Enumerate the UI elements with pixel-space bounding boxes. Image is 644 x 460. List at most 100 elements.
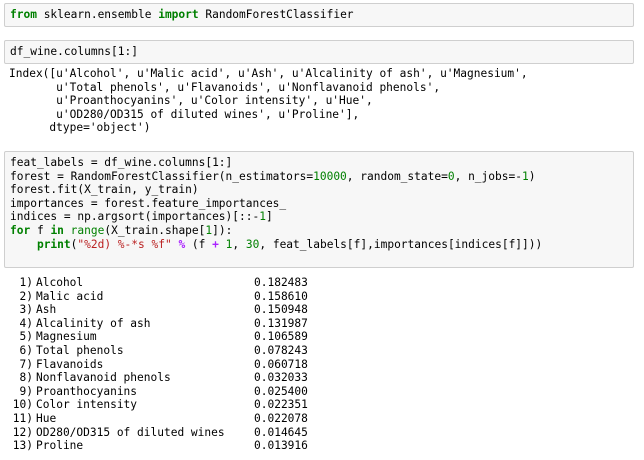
code-line: print("%2d) %-*s %f" % (f + 1, 30, feat_… [10, 238, 628, 252]
importance-value: 0.022078 [254, 411, 308, 425]
rank: 7) [19, 357, 33, 371]
importance-value: 0.013916 [254, 439, 308, 453]
code-text: forest = RandomForestClassifier(n_estima… [10, 169, 314, 183]
keyword-in: in [50, 223, 64, 237]
keyword-from: from [10, 8, 37, 21]
list-item: 11) Hue 0.022078 [9, 412, 634, 426]
list-item: 12) OD280/OD315 of diluted wines 0.014645 [9, 426, 634, 440]
rank: 13) [12, 439, 33, 453]
output-line: u'OD280/OD315 of diluted wines', u'Proli… [9, 107, 360, 121]
keyword-for: for [10, 223, 31, 237]
rank: 5) [19, 330, 33, 344]
importance-value: 0.060718 [254, 357, 308, 371]
code-text: ]): [212, 223, 233, 237]
feature-name: Hue [36, 411, 57, 425]
code-cell-import[interactable]: from sklearn.ensemble import RandomFores… [4, 3, 634, 27]
string-literal: "%2d) %-*s %f" [77, 237, 172, 251]
code-line: forest.fit(X_train, y_train) [10, 183, 199, 197]
feature-name: Malic acid [36, 289, 104, 303]
operator-plus: + [212, 237, 219, 251]
code-text: f [30, 223, 51, 237]
output-line: u'Total phenols', u'Flavanoids', u'Nonfl… [9, 80, 441, 94]
feature-name: Alcohol [36, 276, 84, 289]
rank: 11) [12, 411, 33, 425]
code-line: from sklearn.ensemble import RandomFores… [10, 8, 628, 22]
code-cell-columns[interactable]: df_wine.columns[1:] [4, 40, 634, 64]
number-literal: 1 [259, 210, 266, 224]
feature-name: Flavanoids [36, 357, 104, 371]
output-line: dtype='object') [9, 121, 151, 135]
rank: 9) [19, 384, 33, 398]
rank: 1) [19, 276, 33, 289]
feature-name: Nonflavanoid phenols [36, 371, 171, 385]
rank: 8) [19, 371, 33, 385]
code-line: importances = forest.feature_importances… [10, 196, 287, 210]
code-text: , n_jobs=- [454, 169, 522, 183]
code-cell-random-forest[interactable]: feat_labels = df_wine.columns[1:] forest… [4, 151, 634, 268]
code-line: forest = RandomForestClassifier(n_estima… [10, 170, 628, 184]
importance-value: 0.032033 [254, 371, 308, 385]
importance-value: 0.025400 [254, 384, 308, 398]
feature-name: Total phenols [36, 343, 124, 357]
code-text: ) [528, 169, 536, 183]
rank: 3) [19, 303, 33, 317]
importance-value: 0.131987 [254, 316, 308, 330]
list-item: 3) Ash 0.150948 [9, 303, 634, 317]
number-literal: 30 [245, 237, 260, 251]
class-name: RandomForestClassifier [198, 8, 354, 21]
list-item: 4) Alcalinity of ash 0.131987 [9, 317, 634, 331]
number-literal: 1 [521, 169, 529, 183]
number-literal: 10000 [313, 169, 347, 183]
feature-name: Magnesium [36, 330, 97, 344]
output-line: Index([u'Alcohol', u'Malic acid', u'Ash'… [9, 67, 528, 80]
keyword-print: print [36, 237, 71, 251]
list-item: 1) Alcohol 0.182483 [9, 276, 634, 290]
rank: 10) [12, 398, 33, 412]
keyword-import: import [158, 8, 199, 21]
builtin-range: range [70, 223, 105, 237]
importance-value: 0.150948 [254, 303, 308, 317]
number-literal: 0 [447, 169, 455, 183]
code-line: feat_labels = df_wine.columns[1:] [10, 156, 233, 169]
rank: 6) [19, 343, 33, 357]
feature-name: Color intensity [36, 398, 138, 412]
code-line: indices = np.argsort(importances)[::-1] [10, 210, 628, 224]
importance-value: 0.106589 [254, 330, 308, 344]
code-text: , feat_labels[f],importances[indices[f]]… [259, 237, 543, 251]
importance-value: 0.022351 [254, 398, 308, 412]
code-text: , [232, 237, 246, 251]
code-line: for f in range(X_train.shape[1]): [10, 224, 628, 238]
rank: 4) [19, 316, 33, 330]
list-item: 7) Flavanoids 0.060718 [9, 358, 634, 372]
code-text: ] [265, 210, 273, 224]
list-item: 2) Malic acid 0.158610 [9, 290, 634, 304]
module-name: sklearn.ensemble [36, 8, 159, 21]
rank: 2) [19, 289, 33, 303]
code-text: (X_train.shape[ [104, 223, 206, 237]
importance-value: 0.182483 [254, 276, 308, 289]
list-item: 9) Proanthocyanins 0.025400 [9, 385, 634, 399]
code-text: (f [185, 237, 213, 251]
feature-name: Proanthocyanins [36, 384, 138, 398]
feature-name: OD280/OD315 of diluted wines [36, 425, 225, 439]
rank: 12) [12, 425, 33, 439]
output-line: u'Proanthocyanins', u'Color intensity', … [9, 94, 373, 108]
importance-value: 0.158610 [254, 289, 308, 303]
feature-name: Proline [36, 439, 84, 453]
list-item: 13) Proline 0.013916 [9, 439, 634, 453]
code-text: , random_state= [346, 169, 448, 183]
list-item: 8) Nonflavanoid phenols 0.032033 [9, 371, 634, 385]
feature-name: Alcalinity of ash [36, 316, 151, 330]
list-item: 10) Color intensity 0.022351 [9, 398, 634, 412]
list-item: 6) Total phenols 0.078243 [9, 344, 634, 358]
code-line: df_wine.columns[1:] [10, 45, 138, 58]
list-item: 5) Magnesium 0.106589 [9, 330, 634, 344]
feature-name: Ash [36, 303, 57, 317]
output-feature-importances: 1) Alcohol 0.182483 2) Malic acid 0.158610 3… [9, 276, 634, 453]
importance-value: 0.014645 [254, 425, 308, 439]
code-text: indices = np.argsort(importances)[::- [10, 210, 260, 224]
importance-value: 0.078243 [254, 343, 308, 357]
